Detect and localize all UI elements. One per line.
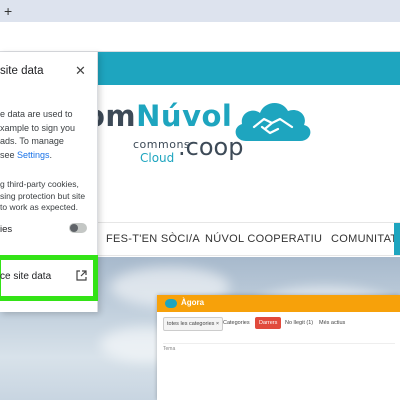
agora-filter-bar: totes les categories × Categories Darrer… xyxy=(163,317,395,331)
panel-desc-suffix: . xyxy=(49,149,53,160)
third-party-cookies-label: ies xyxy=(0,224,13,235)
nav-item-comunitat[interactable]: COMUNITAT xyxy=(331,233,397,245)
settings-link[interactable]: Settings xyxy=(17,150,50,160)
panel-note-line: g third-party cookies, xyxy=(0,179,79,189)
agora-forum-card[interactable]: Àgora totes les categories × Categories … xyxy=(157,295,400,400)
panel-description: e data are used to xample to sign you ad… xyxy=(0,108,90,162)
close-icon[interactable]: ✕ xyxy=(75,63,86,79)
agora-filter-unread[interactable]: No llegit (1) xyxy=(285,317,313,329)
panel-desc-line: xample to sign you xyxy=(0,122,76,133)
nav-item-nuvol-cooperatiu[interactable]: NÚVOL COOPERATIU xyxy=(205,233,322,245)
panel-desc-line: e data are used to xyxy=(0,109,73,119)
handshake-cloud-icon xyxy=(235,102,311,141)
agora-header: Àgora xyxy=(157,295,400,312)
agora-title: Àgora xyxy=(181,298,205,307)
external-link-icon xyxy=(76,270,87,281)
nav-item-fes-ten-socia[interactable]: FES-T'EN SÒCI/A xyxy=(106,233,200,245)
new-tab-button[interactable]: + xyxy=(4,2,12,20)
panel-desc-prefix: see xyxy=(0,149,18,160)
agora-topic-header: Tema xyxy=(163,343,395,352)
site-data-panel: site data ✕ e data are used to xample to… xyxy=(0,52,98,312)
browser-toolbar xyxy=(0,22,400,52)
logo-part-b: Núvol xyxy=(136,99,233,133)
panel-desc-line: see Settings. xyxy=(0,149,90,163)
panel-title: site data xyxy=(0,65,44,77)
on-device-site-data-label: ce site data xyxy=(0,271,52,282)
panel-note-line: sing protection but site xyxy=(0,190,86,201)
panel-note-line: to work as expected. xyxy=(0,202,78,212)
agora-filter-top[interactable]: Més actius xyxy=(319,317,345,329)
third-party-cookies-toggle[interactable] xyxy=(69,223,87,233)
agora-filter-latest[interactable]: Darrers xyxy=(255,317,282,329)
tab-strip: + xyxy=(0,0,400,22)
panel-desc-line: ads. To manage xyxy=(0,136,64,146)
agora-filter-all-categories[interactable]: totes les categories × xyxy=(163,317,224,331)
agora-logo-icon xyxy=(165,299,177,308)
logo-cloud-text: Cloud xyxy=(140,151,175,165)
panel-third-party-note: g third-party cookies, sing protection b… xyxy=(0,179,90,214)
on-device-site-data-row[interactable]: ce site data xyxy=(0,268,92,288)
agora-filter-categories[interactable]: Categories xyxy=(223,317,250,329)
agora-topic-label: Tema xyxy=(163,346,176,352)
logo-wordmark: omNúvol xyxy=(85,99,232,133)
nav-edge-marker xyxy=(394,223,400,255)
